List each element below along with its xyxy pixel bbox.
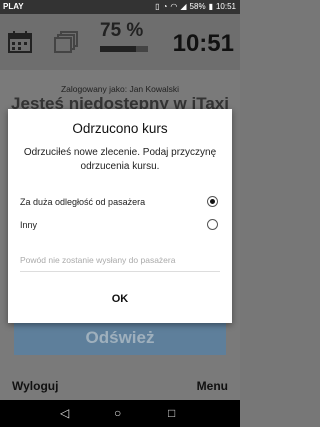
status-icons: ▯ ◔ ◠ ◢ 58% ▮ 10:51 [155, 2, 236, 11]
ok-button[interactable]: OK [8, 293, 232, 305]
battery-percent: 58% [189, 2, 206, 11]
bottom-app-bar: Wyloguj Menu [0, 370, 240, 400]
reason-option-label: Inny [20, 220, 38, 230]
logged-in-label: Zalogowany jako: Jan Kowalski [60, 84, 180, 94]
status-bar: PLAY ▯ ◔ ◠ ◢ 58% ▮ 10:51 [0, 0, 240, 14]
progress-bar-fill [100, 46, 136, 52]
reject-dialog: Odrzucono kurs Odrzuciłeś nowe zlecenie.… [8, 109, 232, 323]
signal-icon: ◢ [180, 2, 187, 11]
reason-option-label: Za duża odległość od pasażera [20, 197, 146, 207]
alarm-icon: ◔ [162, 2, 168, 11]
vibrate-icon: ▯ [155, 2, 160, 11]
refresh-button[interactable]: Odśwież [14, 321, 226, 355]
reason-option-distance[interactable]: Za duża odległość od pasażera [20, 193, 220, 213]
status-time: 10:51 [215, 2, 236, 11]
divider [20, 271, 220, 272]
progress-bar [100, 46, 148, 52]
reason-note: Powód nie zostanie wysłany do pasażera [20, 255, 176, 265]
battery-icon: ▮ [208, 2, 213, 11]
system-nav-bar: ◁ ○ □ [0, 400, 240, 427]
logout-button[interactable]: Wyloguj [12, 379, 58, 393]
back-icon[interactable]: ◁ [60, 406, 69, 420]
recents-icon[interactable]: □ [168, 406, 175, 420]
menu-button[interactable]: Menu [197, 379, 228, 393]
carrier-label: PLAY [3, 2, 24, 11]
radio-unselected-icon[interactable] [207, 219, 218, 230]
clock: 10:51 [172, 30, 234, 57]
dialog-message: Odrzuciłeś nowe zlecenie. Podaj przyczyn… [23, 147, 217, 172]
dialog-title: Odrzucono kurs [72, 121, 168, 136]
top-toolbar: 75 % 10:51 [0, 14, 240, 70]
radio-selected-icon[interactable] [207, 196, 218, 207]
wifi-icon: ◠ [170, 2, 178, 11]
home-icon[interactable]: ○ [114, 406, 121, 420]
orders-stack-icon[interactable] [54, 31, 78, 53]
calendar-icon[interactable] [8, 31, 32, 53]
progress-percent: 75 % [100, 20, 144, 41]
reason-option-other[interactable]: Inny [20, 216, 220, 236]
